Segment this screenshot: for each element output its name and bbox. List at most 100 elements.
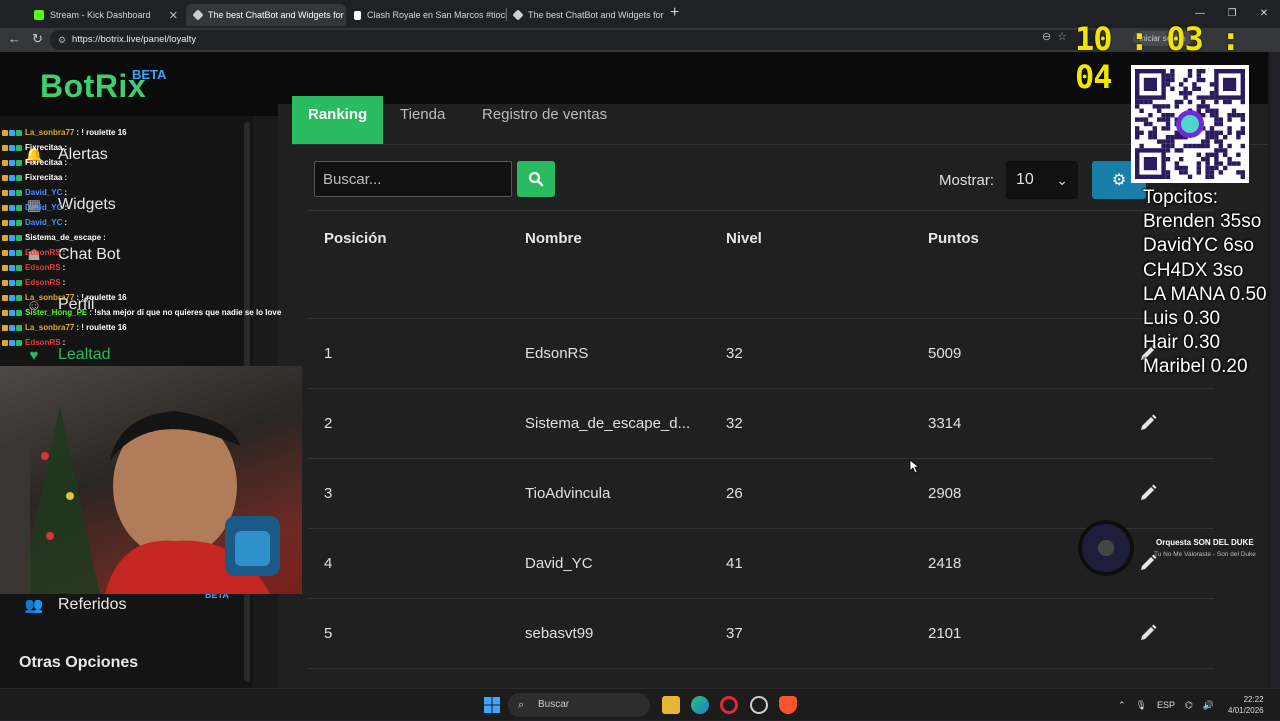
tab-botrix[interactable]: The best ChatBot and Widgets for ✕ bbox=[186, 4, 346, 26]
chat-text: : bbox=[62, 248, 66, 257]
chat-text: : ! roulette 16 bbox=[76, 128, 127, 137]
chat-message: La_sonbra77: ! roulette 16 bbox=[2, 128, 127, 137]
chat-text: : ! roulette 16 bbox=[76, 323, 127, 332]
brave-browser-icon[interactable] bbox=[779, 696, 797, 714]
col-header-posicion[interactable]: Posición bbox=[324, 230, 387, 247]
cell-name: La_sonbra77 bbox=[525, 669, 613, 688]
cell-level: 41 bbox=[726, 555, 743, 572]
cell-points: 2908 bbox=[928, 485, 962, 502]
donor-entry: CH4DX 3so bbox=[1143, 259, 1244, 281]
chat-badge-icon bbox=[2, 234, 8, 241]
cell-name: Sistema_de_escape_d... bbox=[525, 415, 691, 432]
webcam-feed bbox=[0, 366, 302, 594]
chat-badge-icon bbox=[2, 129, 8, 136]
page-scrollbar[interactable] bbox=[1268, 52, 1270, 688]
tiktok-icon bbox=[354, 10, 361, 20]
zoom-icon[interactable]: ⊖ bbox=[1042, 30, 1051, 43]
edit-pencil-icon[interactable] bbox=[1138, 413, 1158, 433]
tab-tienda[interactable]: Tienda bbox=[384, 96, 461, 136]
microphone-icon[interactable]: 🎙 bbox=[1136, 700, 1147, 711]
mouse-cursor-icon bbox=[909, 459, 919, 474]
chat-badge-icon bbox=[16, 264, 22, 271]
col-header-nombre[interactable]: Nombre bbox=[525, 230, 582, 247]
chat-badge-icon bbox=[9, 324, 15, 331]
cell-position: 6 bbox=[324, 669, 332, 688]
sidebar-item-referidos[interactable]: 👥 Referidos bbox=[24, 596, 127, 614]
chat-badge-icon bbox=[16, 279, 22, 286]
file-explorer-icon[interactable] bbox=[662, 696, 680, 714]
chat-message: Fixrecitaa: bbox=[2, 143, 67, 152]
kick-icon bbox=[34, 10, 44, 20]
chat-badge-icon bbox=[2, 174, 8, 181]
col-header-puntos[interactable]: Puntos bbox=[928, 230, 979, 247]
reload-icon[interactable]: ↻ bbox=[32, 31, 43, 47]
cell-position: 5 bbox=[324, 625, 333, 642]
chat-username: La_sonbra77 bbox=[25, 293, 75, 302]
chat-badge-icon bbox=[16, 249, 22, 256]
chat-badge-icon bbox=[9, 144, 15, 151]
chat-badge-icon bbox=[2, 189, 8, 196]
chat-message: Fixrecitaa: bbox=[2, 158, 67, 167]
network-icon[interactable]: ⌬ bbox=[1185, 700, 1193, 711]
site-info-icon[interactable]: ⚙ bbox=[58, 30, 66, 50]
cell-position: 3 bbox=[324, 485, 333, 502]
chat-username: La_sonbra77 bbox=[25, 128, 75, 137]
beta-badge: BETA bbox=[132, 67, 167, 82]
language-indicator[interactable]: ESP bbox=[1157, 700, 1175, 710]
new-tab-button[interactable]: + bbox=[670, 4, 679, 22]
chat-text: : bbox=[62, 278, 66, 287]
chat-badge-icon bbox=[9, 294, 15, 301]
tab-ranking[interactable]: Ranking bbox=[292, 96, 383, 144]
chat-username: EdsonRS bbox=[25, 278, 61, 287]
tab-title: Clash Royale en San Marcos #tiock bbox=[367, 10, 506, 20]
tab-tiktok[interactable]: Clash Royale en San Marcos #tiock ✕ bbox=[346, 4, 506, 26]
search-input[interactable] bbox=[314, 161, 512, 197]
chat-badge-icon bbox=[9, 189, 15, 196]
back-icon[interactable]: ← bbox=[8, 31, 21, 46]
url-text: https://botrix.live/panel/loyalty bbox=[72, 34, 197, 45]
chat-badge-icon bbox=[9, 279, 15, 286]
chat-badge-icon bbox=[16, 294, 22, 301]
taskbar-search[interactable]: ⌕ Buscar bbox=[508, 693, 650, 717]
chat-username: La_sonbra77 bbox=[25, 323, 75, 332]
col-header-nivel[interactable]: Nivel bbox=[726, 230, 762, 247]
edit-pencil-icon[interactable] bbox=[1138, 483, 1158, 503]
chat-message: EdsonRS: bbox=[2, 248, 65, 257]
search-icon: ⌕ bbox=[518, 699, 525, 711]
chat-username: Fixrecitaa bbox=[25, 173, 63, 182]
close-icon[interactable]: ✕ bbox=[163, 9, 178, 22]
donor-entry: LA MANA 0.50 bbox=[1143, 283, 1267, 305]
tab-kick-dashboard[interactable]: Stream - Kick Dashboard ✕ bbox=[26, 4, 186, 26]
cell-position: 1 bbox=[324, 345, 333, 362]
donor-entry: Brenden 35so bbox=[1143, 211, 1262, 233]
tab-registro-ventas[interactable]: Registro de ventas bbox=[466, 96, 623, 136]
edit-pencil-icon[interactable] bbox=[1138, 623, 1158, 643]
taskbar-clock[interactable]: 22:22 4/01/2026 bbox=[1228, 694, 1264, 716]
tab-botrix-2[interactable]: The best ChatBot and Widgets for ✕ bbox=[506, 4, 666, 26]
chevron-down-icon: ⌄ bbox=[1056, 172, 1068, 188]
chat-badge-icon bbox=[2, 204, 8, 211]
search-button[interactable] bbox=[517, 161, 555, 197]
opera-browser-icon[interactable] bbox=[720, 696, 738, 714]
album-disc-icon bbox=[1078, 520, 1134, 576]
gears-icon: ⚙ bbox=[1111, 172, 1127, 189]
chat-message: David_YC: bbox=[2, 203, 67, 212]
chevron-up-icon[interactable]: ⌃ bbox=[1118, 700, 1126, 711]
url-field[interactable]: ⚙ https://botrix.live/panel/loyalty bbox=[50, 30, 1100, 50]
chat-text: : bbox=[62, 338, 66, 347]
cell-level: 37 bbox=[726, 625, 743, 642]
chat-badge-icon bbox=[16, 129, 22, 136]
chat-message: David_YC: bbox=[2, 218, 67, 227]
close-icon[interactable]: ✕ bbox=[664, 9, 666, 22]
edge-browser-icon[interactable] bbox=[691, 696, 709, 714]
show-select[interactable]: 10 ⌄ bbox=[1006, 161, 1078, 199]
windows-start-icon[interactable] bbox=[484, 697, 500, 713]
botrix-logo[interactable]: BotRix bbox=[40, 68, 146, 105]
donor-entry: Luis 0.30 bbox=[1143, 308, 1221, 330]
bookmark-star-icon[interactable]: ☆ bbox=[1057, 30, 1067, 43]
chat-username: EdsonRS bbox=[25, 263, 61, 272]
volume-icon[interactable]: 🔊 bbox=[1203, 700, 1214, 711]
donors-title: Topcitos: bbox=[1143, 187, 1218, 208]
chat-badge-icon bbox=[16, 174, 22, 181]
opera-gx-icon[interactable] bbox=[750, 696, 768, 714]
